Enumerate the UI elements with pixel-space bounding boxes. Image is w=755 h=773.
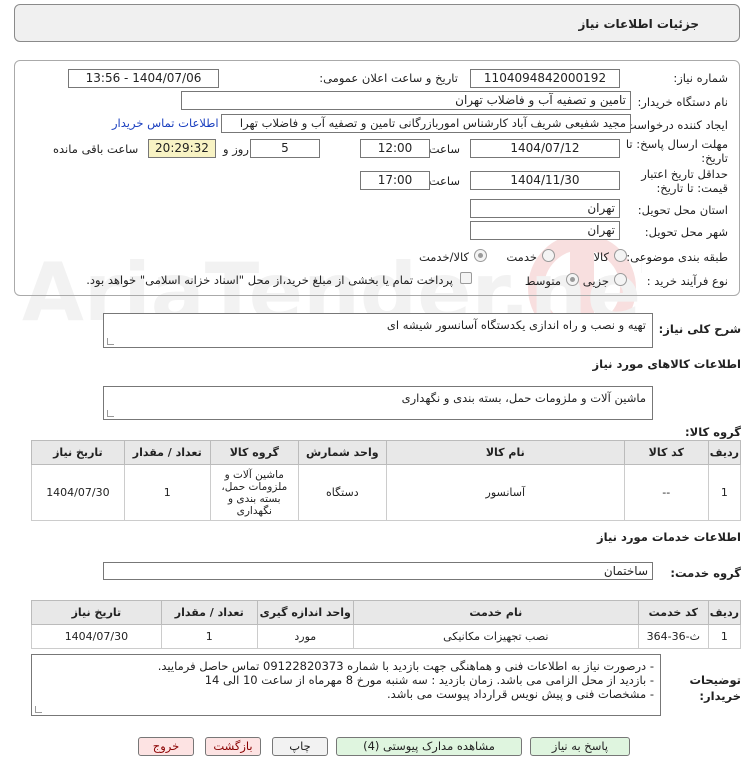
days-field: 5 bbox=[250, 139, 320, 158]
cell-row: 1 bbox=[707, 464, 742, 521]
category-option-goods: کالا bbox=[593, 250, 609, 264]
treasury-checkbox[interactable] bbox=[460, 272, 472, 284]
services-group-label: گروه خدمت: bbox=[670, 566, 741, 580]
announce-label: تاریخ و ساعت اعلان عمومی: bbox=[319, 71, 458, 85]
validity-time-label: ساعت bbox=[428, 174, 460, 188]
cell-row: 1 bbox=[707, 624, 742, 649]
treasury-note: پرداخت تمام یا بخشی از مبلغ خرید،از محل … bbox=[86, 273, 453, 287]
col-qty: تعداد / مقدار bbox=[123, 440, 211, 465]
category-radio-goods-service[interactable] bbox=[474, 249, 487, 262]
col-row: ردیف bbox=[707, 600, 742, 625]
services-group-field: ساختمان bbox=[103, 562, 653, 580]
remaining-label: ساعت باقی مانده bbox=[53, 142, 139, 156]
print-button[interactable]: چاپ bbox=[272, 737, 328, 756]
notes-textarea[interactable]: - درصورت نیاز به اطلاعات فنی و هماهنگی ج… bbox=[31, 654, 661, 716]
category-option-goods-service: کالا/خدمت bbox=[418, 250, 469, 264]
buyer-label: نام دستگاه خریدار: bbox=[637, 95, 728, 109]
deadline-time-field: 12:00 bbox=[360, 139, 430, 158]
col-unit: واحد شمارش bbox=[297, 440, 387, 465]
goods-section-title: اطلاعات کالاهای مورد نیاز bbox=[592, 357, 741, 371]
goods-table-header: ردیف کد کالا نام کالا واحد شمارش گروه کا… bbox=[31, 440, 742, 465]
category-label: طبقه بندی موضوعی: bbox=[626, 250, 728, 264]
notes-line-3: - مشخصات فنی و پیش نویس قرارداد پیوست می… bbox=[387, 687, 654, 701]
deadline-time-label: ساعت bbox=[428, 142, 460, 156]
notes-line-2: - بازدید از محل الزامی می باشد. زمان باز… bbox=[204, 673, 654, 687]
cell-code: ث-36-364 bbox=[637, 624, 709, 649]
cell-name: نصب تجهیزات مکانیکی bbox=[352, 624, 639, 649]
buyer-field: تامین و تصفیه آب و فاضلاب تهران bbox=[181, 91, 631, 110]
validity-date-field: 1404/11/30 bbox=[470, 171, 620, 190]
col-group: گروه کالا bbox=[209, 440, 299, 465]
table-row: 1 -- آسانسور دستگاه ماشین آلات و ملزومات… bbox=[31, 464, 742, 521]
cell-unit: دستگاه bbox=[297, 464, 387, 521]
services-table: ردیف کد خدمت نام خدمت واحد اندازه گیری ت… bbox=[31, 600, 742, 649]
goods-group-text: ماشین آلات و ملزومات حمل، بسته بندی و نگ… bbox=[401, 391, 646, 405]
days-label: روز و bbox=[223, 142, 249, 156]
col-qty: تعداد / مقدار bbox=[160, 600, 258, 625]
notes-label-line1: توضیحات bbox=[689, 673, 742, 687]
col-name: نام کالا bbox=[385, 440, 625, 465]
goods-group-textarea[interactable]: ماشین آلات و ملزومات حمل، بسته بندی و نگ… bbox=[103, 386, 653, 420]
deadline-label-line2: تاریخ: bbox=[701, 151, 728, 165]
cell-code: -- bbox=[623, 464, 709, 521]
province-field: تهران bbox=[470, 199, 620, 218]
summary-label: شرح کلی نیاز: bbox=[658, 322, 741, 336]
notes-label-line2: خریدار: bbox=[699, 689, 741, 703]
table-row: 1 ث-36-364 نصب تجهیزات مکانیکی مورد 1 14… bbox=[31, 624, 742, 649]
col-unit: واحد اندازه گیری bbox=[256, 600, 354, 625]
notes-line-1: - درصورت نیاز به اطلاعات فنی و هماهنگی ج… bbox=[157, 659, 654, 673]
need-number-label: شماره نیاز: bbox=[673, 71, 728, 85]
col-name: نام خدمت bbox=[352, 600, 639, 625]
validity-label-line1: حداقل تاریخ اعتبار bbox=[641, 167, 728, 181]
page-title: جزئیات اطلاعات نیاز bbox=[578, 17, 699, 31]
validity-label-line2: قیمت: تا تاریخ: bbox=[656, 181, 728, 195]
col-code: کد کالا bbox=[623, 440, 709, 465]
cell-date: 1404/07/30 bbox=[31, 624, 162, 649]
cell-date: 1404/07/30 bbox=[31, 464, 125, 521]
col-code: کد خدمت bbox=[637, 600, 709, 625]
col-row: ردیف bbox=[707, 440, 742, 465]
resize-handle-icon[interactable] bbox=[35, 706, 42, 713]
cell-qty: 1 bbox=[160, 624, 258, 649]
services-section-title: اطلاعات خدمات مورد نیاز bbox=[597, 530, 741, 544]
process-radio-minor[interactable] bbox=[614, 273, 627, 286]
city-field: تهران bbox=[470, 221, 620, 240]
resize-handle-icon[interactable] bbox=[107, 410, 114, 417]
resize-handle-icon[interactable] bbox=[107, 338, 114, 345]
cell-group: ماشین آلات و ملزومات حمل، بسته بندی و نگ… bbox=[209, 464, 299, 521]
cell-unit: مورد bbox=[256, 624, 354, 649]
reply-button[interactable]: پاسخ به نیاز bbox=[530, 737, 630, 756]
back-button[interactable]: بازگشت bbox=[205, 737, 261, 756]
process-radio-medium[interactable] bbox=[566, 273, 579, 286]
province-label: استان محل تحویل: bbox=[637, 203, 728, 217]
contact-info-link[interactable]: اطلاعات تماس خریدار bbox=[112, 116, 219, 130]
goods-group-label: گروه کالا: bbox=[685, 425, 741, 439]
col-date: تاریخ نیاز bbox=[31, 440, 125, 465]
announce-field: 1404/07/06 - 13:56 bbox=[68, 69, 219, 88]
attachments-button[interactable]: مشاهده مدارک پیوستی (4) bbox=[336, 737, 522, 756]
city-label: شهر محل تحویل: bbox=[644, 225, 728, 239]
cell-name: آسانسور bbox=[385, 464, 625, 521]
col-date: تاریخ نیاز bbox=[31, 600, 162, 625]
deadline-date-field: 1404/07/12 bbox=[470, 139, 620, 158]
requester-label: ایجاد کننده درخواست: bbox=[622, 118, 728, 132]
requester-field: مجید شفیعی شریف آباد کارشناس اموربازرگان… bbox=[221, 114, 631, 133]
validity-time-field: 17:00 bbox=[360, 171, 430, 190]
page-header: جزئیات اطلاعات نیاز bbox=[14, 4, 740, 42]
category-option-service: خدمت bbox=[506, 250, 537, 264]
process-option-minor: جزیی bbox=[582, 274, 609, 288]
process-label: نوع فرآیند خرید : bbox=[646, 274, 728, 288]
category-radio-goods[interactable] bbox=[614, 249, 627, 262]
process-option-medium: متوسط bbox=[524, 274, 561, 288]
goods-table: ردیف کد کالا نام کالا واحد شمارش گروه کا… bbox=[31, 440, 742, 521]
category-radio-service[interactable] bbox=[542, 249, 555, 262]
summary-text: تهیه و نصب و راه اندازی یکدستگاه آسانسور… bbox=[386, 318, 646, 332]
need-number-field: 1104094842000192 bbox=[470, 69, 620, 88]
cell-qty: 1 bbox=[123, 464, 211, 521]
deadline-label-line1: مهلت ارسال پاسخ: تا bbox=[625, 137, 728, 151]
summary-textarea[interactable]: تهیه و نصب و راه اندازی یکدستگاه آسانسور… bbox=[103, 313, 653, 348]
remaining-time-field: 20:29:32 bbox=[148, 139, 216, 158]
services-table-header: ردیف کد خدمت نام خدمت واحد اندازه گیری ت… bbox=[31, 600, 742, 625]
exit-button[interactable]: خروج bbox=[138, 737, 194, 756]
